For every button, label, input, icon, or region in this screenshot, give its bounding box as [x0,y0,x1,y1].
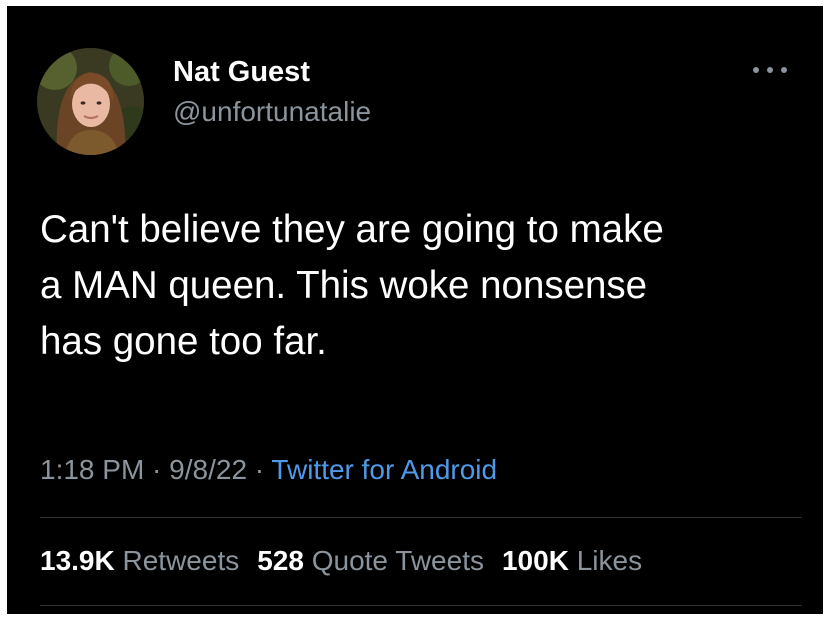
retweets-stat[interactable]: 13.9K Retweets [40,545,239,576]
meta-separator: · [144,454,170,485]
divider [40,517,802,518]
divider [40,605,802,606]
tweet-text: Can't believe they are going to make a M… [40,202,810,370]
profile-photo-icon [37,48,144,155]
retweets-label: Retweets [122,545,240,576]
quote-tweets-count: 528 [257,545,304,576]
tweet-text-line: has gone too far. [40,320,327,363]
quote-tweets-stat[interactable]: 528 Quote Tweets [257,545,484,576]
quote-tweets-label: Quote Tweets [311,545,484,576]
handle[interactable]: @unfortunatalie [173,96,371,128]
display-name[interactable]: Nat Guest [173,56,310,89]
tweet-text-line: a MAN queen. This woke nonsense [40,264,648,307]
tweet-time[interactable]: 1:18 PM [40,454,144,485]
likes-count: 100K [501,545,569,576]
likes-stat[interactable]: 100K Likes [502,545,642,576]
likes-label: Likes [576,545,643,576]
retweets-count: 13.9K [40,545,115,576]
ellipsis-icon [753,67,787,73]
meta-separator: · [247,454,272,485]
more-options-button[interactable] [748,56,792,84]
avatar[interactable] [37,48,144,155]
tweet-card: Nat Guest @unfortunatalie Can't believe … [7,6,823,614]
tweet-date[interactable]: 9/8/22 [169,454,247,485]
tweet-source-link[interactable]: Twitter for Android [271,454,497,485]
engagement-stats: 13.9K Retweets 528 Quote Tweets 100K Likes [40,545,642,577]
tweet-text-line: Can't believe they are going to make [40,208,664,251]
tweet-meta: 1:18 PM · 9/8/22 · Twitter for Android [40,454,497,486]
